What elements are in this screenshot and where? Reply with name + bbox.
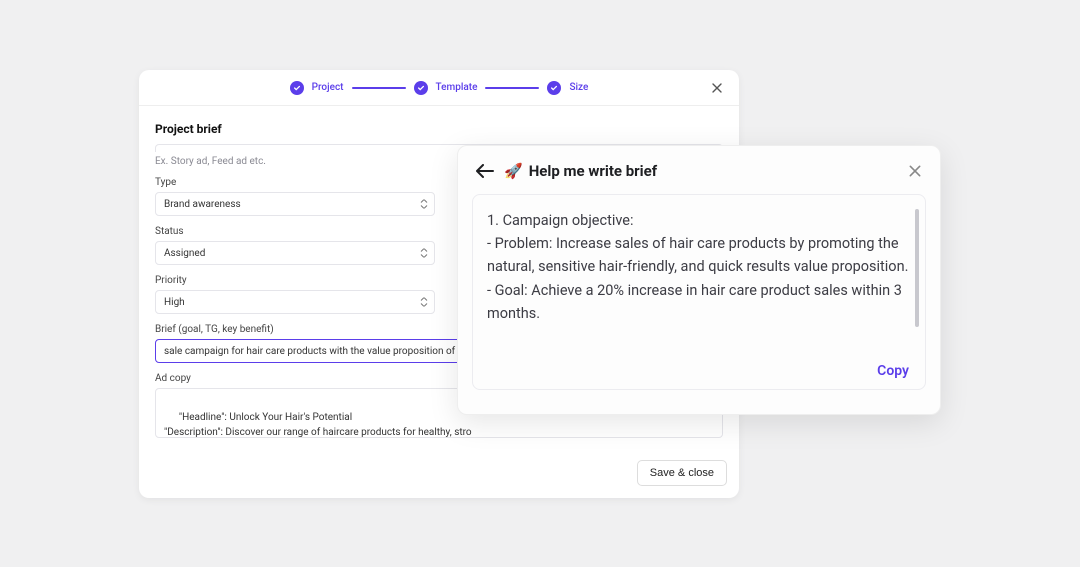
help-write-brief-panel: 🚀 Help me write brief 1. Campaign object… — [457, 145, 941, 415]
section-title: Project brief — [155, 122, 723, 136]
step-project[interactable]: Project — [312, 82, 344, 93]
priority-select[interactable]: High — [155, 290, 435, 314]
step-connector — [352, 87, 406, 89]
select-caret-icon — [420, 249, 428, 258]
select-caret-icon — [420, 200, 428, 209]
panel-footer: Save & close — [637, 460, 727, 486]
select-caret-icon — [420, 298, 428, 307]
step-connector — [485, 87, 539, 89]
check-icon — [547, 81, 561, 95]
brief-value: sale campaign for hair care products wit… — [164, 346, 477, 357]
generated-content-card: 1. Campaign objective: - Problem: Increa… — [472, 194, 926, 390]
wizard-stepper: Project Template Size — [139, 70, 739, 106]
check-icon — [290, 81, 304, 95]
status-value: Assigned — [164, 248, 205, 259]
side-title: 🚀 Help me write brief — [504, 162, 657, 180]
back-arrow-icon[interactable] — [476, 164, 494, 178]
step-template[interactable]: Template — [436, 82, 478, 93]
scrollbar-thumb[interactable] — [915, 209, 919, 327]
type-value: Brand awareness — [164, 199, 241, 210]
generated-brief-text: 1. Campaign objective: - Problem: Increa… — [487, 209, 911, 339]
close-icon[interactable] — [709, 80, 725, 96]
type-select[interactable]: Brand awareness — [155, 192, 435, 216]
priority-value: High — [164, 297, 185, 308]
step-size[interactable]: Size — [569, 82, 588, 93]
side-title-text: Help me write brief — [529, 162, 657, 180]
side-header: 🚀 Help me write brief — [458, 146, 940, 194]
rocket-icon: 🚀 — [504, 162, 523, 180]
check-icon — [414, 81, 428, 95]
status-select[interactable]: Assigned — [155, 241, 435, 265]
close-icon[interactable] — [908, 164, 922, 178]
adcopy-value: "Headline": Unlock Your Hair's Potential… — [164, 412, 472, 438]
save-and-close-button[interactable]: Save & close — [637, 460, 727, 486]
copy-button[interactable]: Copy — [847, 363, 909, 379]
